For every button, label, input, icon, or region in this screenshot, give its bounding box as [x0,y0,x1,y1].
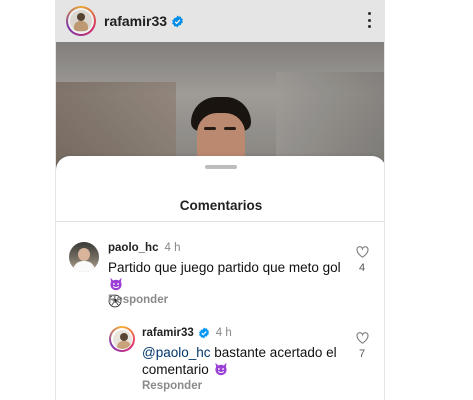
post-author-username[interactable]: rafamir33 [104,13,167,29]
sheet-title: Comentarios [179,198,263,213]
drag-handle[interactable] [205,165,237,169]
heart-outline-icon [356,332,368,344]
avatar-photo [70,10,92,32]
comment-username[interactable]: paolo_hc [108,242,158,254]
reply-button[interactable]: Responder [142,380,202,392]
more-options-icon[interactable] [368,12,372,28]
heart-outline-icon [356,246,368,258]
post-photo [56,42,384,172]
smiling-devil-emoji [214,362,228,376]
mention-link[interactable]: @paolo_hc [142,345,211,360]
commenter-avatar[interactable] [109,326,135,352]
like-button[interactable]: 4 [354,246,370,278]
comment-time: 4 h [215,327,232,340]
verified-icon [171,15,184,28]
instagram-post-view: rafamir33 Comentarios paolo_hc 4 h Partid… [55,0,385,400]
comment-item: paolo_hc 4 h Partido que juego partido qu… [56,242,384,312]
comment-time: 4 h [164,242,181,254]
comment-text: @paolo_hc bastante acertado el comentari… [142,345,337,377]
comments-sheet: Comentarios paolo_hc 4 h Partido que jueg… [56,156,384,400]
smiling-devil-emoji [109,277,123,291]
divider [56,221,384,222]
commenter-avatar[interactable] [69,242,99,272]
like-count: 4 [358,262,366,274]
comment-username[interactable]: rafamir33 [142,327,194,339]
reply-button[interactable]: Responder [108,294,168,306]
post-author-avatar[interactable] [66,6,96,36]
reply-comment-item: rafamir33 4 h @paolo_hc bastante acertado… [56,326,384,396]
like-button[interactable]: 7 [354,332,370,364]
post-header: rafamir33 [56,0,384,42]
like-count: 7 [358,348,366,360]
verified-icon [198,327,210,339]
